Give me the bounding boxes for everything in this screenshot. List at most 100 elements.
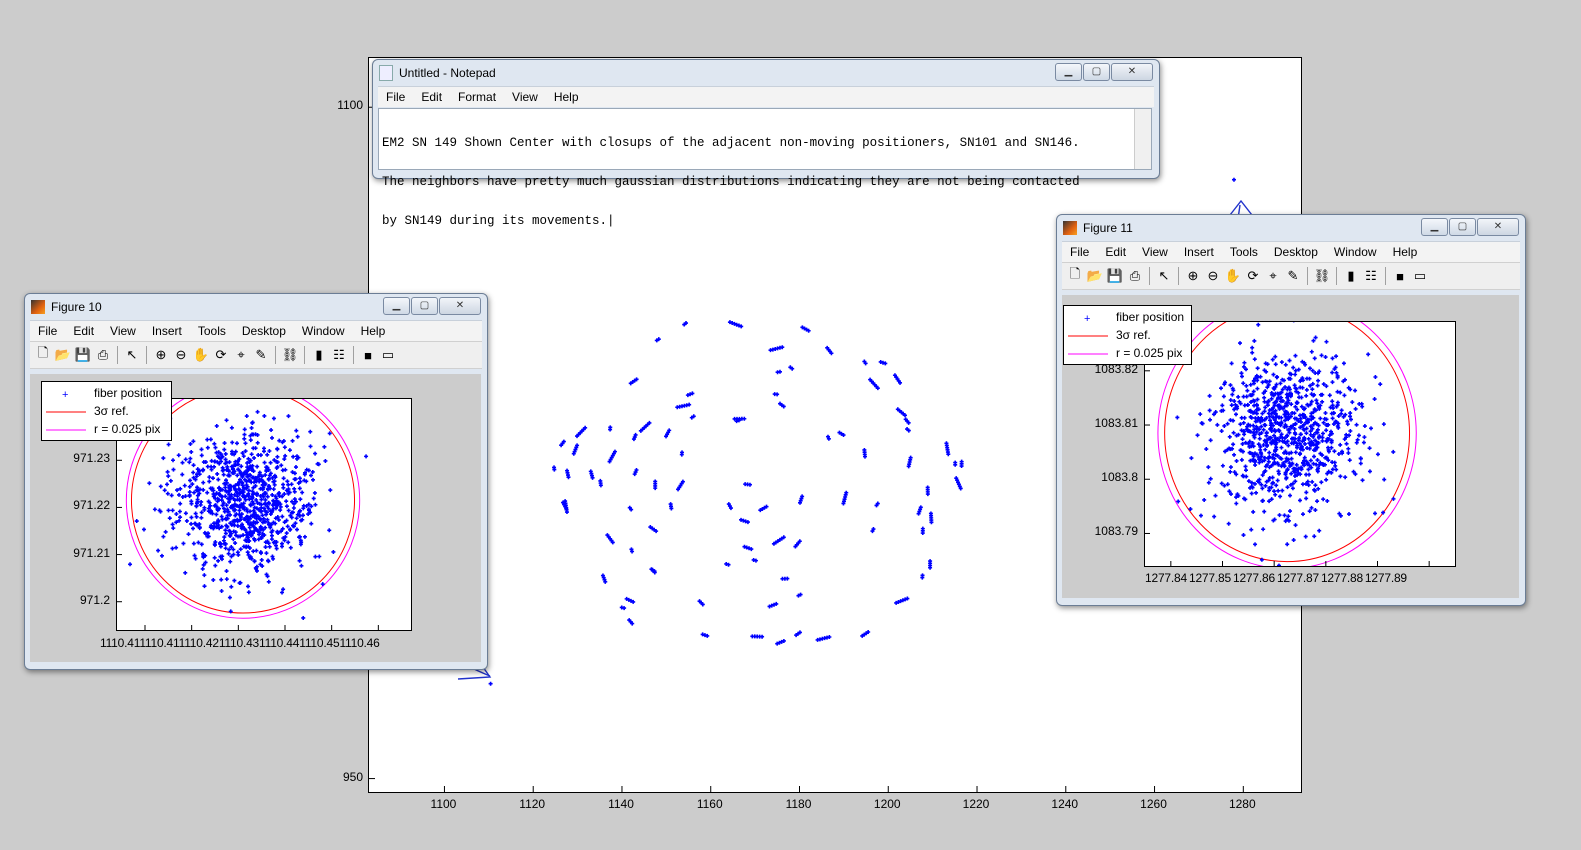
menu-help[interactable]: Help [353, 324, 394, 338]
colorbar-icon[interactable]: ▮ [310, 346, 328, 364]
data-point [1221, 394, 1226, 399]
legend-sigma-ref: 3σ ref. [1116, 328, 1151, 342]
save-icon[interactable]: 💾 [74, 346, 92, 364]
data-point [159, 553, 164, 558]
menu-window[interactable]: Window [1326, 245, 1385, 259]
zoom-in-icon[interactable]: ⊕ [152, 346, 170, 364]
data-point [128, 562, 133, 567]
menu-desktop[interactable]: Desktop [1266, 245, 1326, 259]
close-icon[interactable]: ✕ [439, 297, 481, 315]
print-icon[interactable]: ⎙ [94, 346, 112, 364]
new-icon[interactable]: 🗋 [34, 345, 52, 364]
y-tick-label: 971.2 [79, 592, 110, 607]
menu-help[interactable]: Help [1385, 245, 1426, 259]
pan-icon[interactable]: ✋ [1224, 267, 1242, 285]
menu-view[interactable]: View [1134, 245, 1176, 259]
open-icon[interactable]: 📂 [1086, 267, 1104, 285]
close-icon[interactable]: ✕ [1111, 63, 1153, 81]
data-point [1315, 499, 1320, 504]
menu-window[interactable]: Window [294, 324, 353, 338]
menu-desktop[interactable]: Desktop [234, 324, 294, 338]
data-point [228, 559, 233, 564]
maximize-icon[interactable]: ▢ [1449, 218, 1476, 236]
pan-icon[interactable]: ✋ [192, 346, 210, 364]
datacursor-icon[interactable]: ⌖ [232, 346, 250, 364]
menu-format[interactable]: Format [450, 90, 504, 104]
data-point [1274, 483, 1279, 488]
legend-icon[interactable]: ☷ [330, 346, 348, 364]
figure10-titlebar[interactable]: Figure 10 ▁ ▢ ✕ [25, 294, 487, 320]
figure11-window[interactable]: Figure 11 ▁ ▢ ✕ File Edit View Insert To… [1056, 214, 1526, 606]
brush-icon[interactable]: ✎ [1284, 267, 1302, 285]
maximize-icon[interactable]: ▢ [411, 297, 438, 315]
data-point [208, 437, 213, 442]
menu-view[interactable]: View [102, 324, 144, 338]
data-point [281, 485, 286, 490]
link-icon[interactable]: ⛓ [1313, 267, 1331, 285]
maximize-icon[interactable]: ▢ [1083, 63, 1110, 81]
hide-icon[interactable]: ■ [359, 346, 377, 364]
data-point [1304, 496, 1309, 501]
zoom-in-icon[interactable]: ⊕ [1184, 267, 1202, 285]
zoom-out-icon[interactable]: ⊖ [1204, 267, 1222, 285]
menu-edit[interactable]: Edit [1097, 245, 1134, 259]
rotate-icon[interactable]: ⟳ [1244, 267, 1262, 285]
menu-edit[interactable]: Edit [65, 324, 102, 338]
notepad-titlebar[interactable]: Untitled - Notepad ▁ ▢ ✕ [373, 60, 1159, 86]
close-icon[interactable]: ✕ [1477, 218, 1519, 236]
menu-file[interactable]: File [30, 324, 65, 338]
notepad-text-area[interactable]: EM2 SN 149 Shown Center with closups of … [378, 108, 1152, 228]
pointer-icon[interactable]: ↖ [1155, 267, 1173, 285]
data-point [1250, 350, 1255, 355]
menu-insert[interactable]: Insert [144, 324, 190, 338]
menu-file[interactable]: File [1062, 245, 1097, 259]
data-point [1198, 412, 1203, 417]
rotate-icon[interactable]: ⟳ [212, 346, 230, 364]
minimize-icon[interactable]: ▁ [1055, 63, 1082, 81]
menu-tools[interactable]: Tools [190, 324, 234, 338]
data-point [1344, 441, 1349, 446]
data-point [223, 531, 228, 536]
colorbar-icon[interactable]: ▮ [1342, 267, 1360, 285]
data-point [224, 577, 229, 582]
open-icon[interactable]: 📂 [54, 346, 72, 364]
menu-file[interactable]: File [378, 90, 413, 104]
data-point [1242, 360, 1247, 365]
menu-view[interactable]: View [504, 90, 546, 104]
data-point [313, 554, 318, 559]
notepad-window[interactable]: Untitled - Notepad ▁ ▢ ✕ File Edit Forma… [372, 59, 1160, 228]
data-point [301, 615, 306, 620]
pointer-icon[interactable]: ↖ [123, 346, 141, 364]
notepad-scrollbar[interactable] [1134, 109, 1151, 169]
legend-icon[interactable]: ☷ [1362, 267, 1380, 285]
dock-icon[interactable]: ▭ [1411, 267, 1429, 285]
menu-tools[interactable]: Tools [1222, 245, 1266, 259]
data-point [1309, 349, 1314, 354]
data-point [191, 463, 196, 468]
save-icon[interactable]: 💾 [1106, 267, 1124, 285]
minimize-icon[interactable]: ▁ [1421, 218, 1448, 236]
zoom-out-icon[interactable]: ⊖ [172, 346, 190, 364]
minimize-icon[interactable]: ▁ [383, 297, 410, 315]
data-point [279, 463, 284, 468]
dock-icon[interactable]: ▭ [379, 346, 397, 364]
brush-icon[interactable]: ✎ [252, 346, 270, 364]
data-point [1288, 509, 1293, 514]
new-icon[interactable]: 🗋 [1066, 266, 1084, 285]
data-point [249, 452, 254, 457]
datacursor-icon[interactable]: ⌖ [1264, 267, 1282, 285]
menu-insert[interactable]: Insert [1176, 245, 1222, 259]
figure10-window[interactable]: Figure 10 ▁ ▢ ✕ File Edit View Insert To… [24, 293, 488, 670]
link-icon[interactable]: ⛓ [281, 346, 299, 364]
hide-icon[interactable]: ■ [1391, 267, 1409, 285]
data-point [183, 457, 188, 462]
data-point [1307, 376, 1312, 381]
menu-edit[interactable]: Edit [413, 90, 450, 104]
data-point [1300, 512, 1305, 517]
figure11-titlebar[interactable]: Figure 11 ▁ ▢ ✕ [1057, 215, 1525, 241]
data-point [1241, 381, 1246, 386]
menu-help[interactable]: Help [546, 90, 587, 104]
print-icon[interactable]: ⎙ [1126, 267, 1144, 285]
data-point [301, 506, 306, 511]
data-point [199, 447, 204, 452]
